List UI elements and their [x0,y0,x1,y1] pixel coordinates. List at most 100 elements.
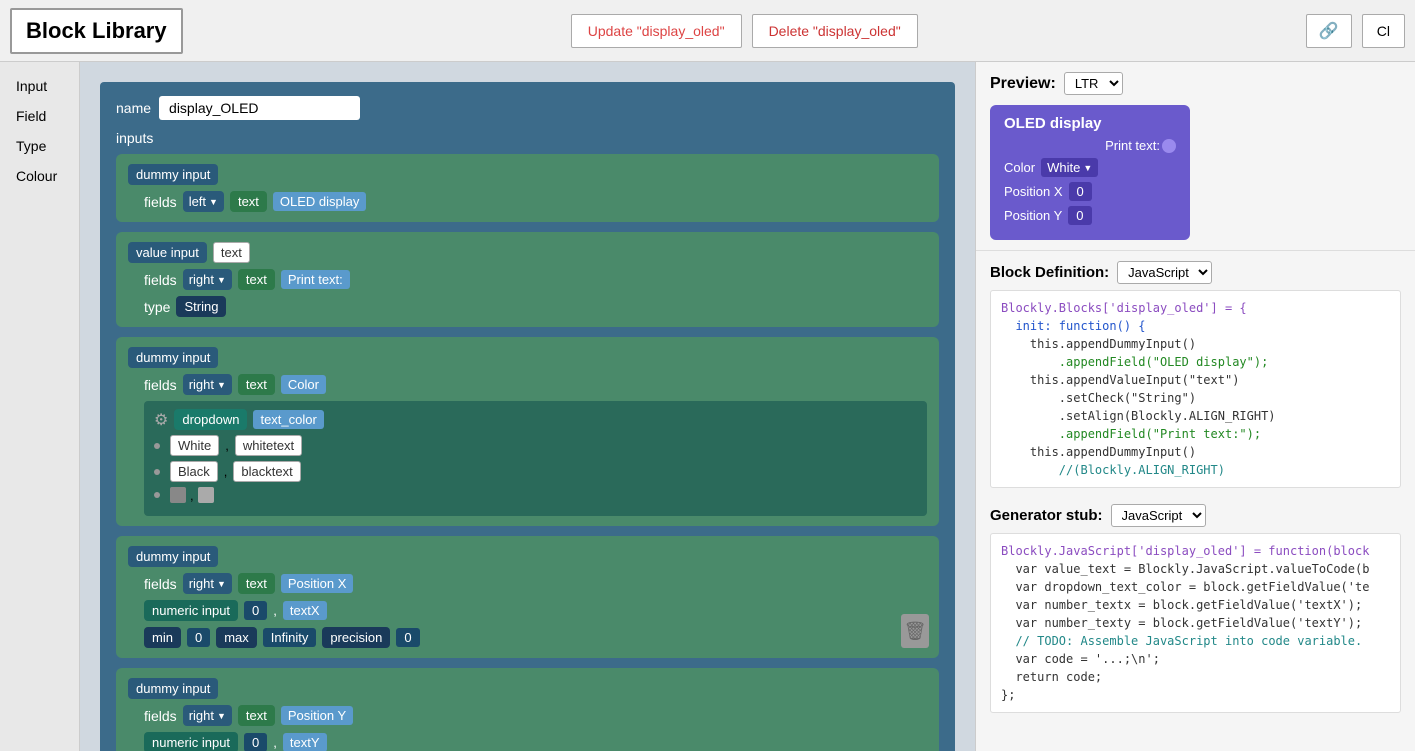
fields-label-2: fields [144,272,177,288]
workspace: name inputs dummy input fields left text… [80,62,975,751]
text-chip-4: text [238,573,275,594]
fields-label-4: fields [144,576,177,592]
numeric-default-y: 0 [244,733,267,751]
swatch-pair: , [170,487,214,503]
text-chip-2: text [238,269,275,290]
option-white: White [170,435,219,456]
oled-color-select[interactable]: White [1041,158,1098,177]
option-black: Black [170,461,218,482]
right-panel: Preview: LTR RTL OLED display Print text… [975,62,1415,751]
name-row: name [116,96,939,120]
generator-code: Blockly.JavaScript['display_oled'] = fun… [990,533,1401,713]
text-value-5: Position Y [281,706,353,725]
oled-print-label: Print text: [1004,138,1160,153]
name-label: name [116,100,151,116]
comma-num-y: , [273,735,277,750]
dropdown-config: ⚙ dropdown text_color White , whitetext [144,401,927,516]
oled-posy-row: Position Y 0 [1004,206,1176,225]
text-value-3: Color [281,375,326,394]
nav-type[interactable]: Type [0,132,79,160]
block-def-lang-select[interactable]: JavaScript Python [1117,261,1212,284]
comma-num: , [273,603,277,618]
oled-color-row: Color White [1004,158,1176,177]
max-label: max [216,627,257,648]
dot-3 [154,492,160,498]
dropdown-label: dropdown [174,409,247,430]
text-chip-1: text [230,191,267,212]
dummy-input-label-3: dummy input [128,546,218,567]
oled-posx-label: Position X [1004,184,1063,199]
delete-group-icon[interactable]: 🗑 [901,614,929,648]
fields-label-1: fields [144,194,177,210]
group-dummy-position-x: dummy input fields right text Position X… [116,536,939,658]
preview-section: Preview: LTR RTL OLED display Print text… [976,62,1415,251]
value-input-name: text [213,242,250,263]
oled-posy-val: 0 [1068,206,1091,225]
block-def-section: Block Definition: JavaScript Python Bloc… [990,261,1401,488]
text-chip-3: text [238,374,275,395]
block-editor: name inputs dummy input fields left text… [100,82,955,751]
text-value-4: Position X [281,574,354,593]
option-whitetext: whitetext [235,435,302,456]
dropdown-name: text_color [253,410,323,429]
clear-button[interactable]: Cl [1362,14,1405,48]
nav-field[interactable]: Field [0,102,79,130]
oled-posy-label: Position Y [1004,208,1062,223]
type-value: String [176,296,226,317]
preview-header: Preview: LTR RTL [990,72,1401,95]
block-def-title: Block Definition: JavaScript Python [990,261,1401,284]
swatch-2[interactable] [198,487,214,503]
main-layout: Input Field Type Colour name inputs dumm… [0,62,1415,751]
dummy-input-label-2: dummy input [128,347,218,368]
precision-val: 0 [396,628,419,647]
fields-align-4[interactable]: right [183,573,232,594]
max-val: Infinity [263,628,317,647]
code-sections: Block Definition: JavaScript Python Bloc… [976,251,1415,751]
fields-align-3[interactable]: right [183,374,232,395]
group-value-input: value input text fields right text Print… [116,232,939,327]
dot-2 [154,469,160,475]
numeric-name: textX [283,601,327,620]
group-dummy-position-y: dummy input fields right text Position Y… [116,668,939,751]
text-chip-5: text [238,705,275,726]
update-button[interactable]: Update "display_oled" [571,14,742,48]
fields-align-2[interactable]: right [183,269,232,290]
dummy-input-label-1: dummy input [128,164,218,185]
swatch-1[interactable] [170,487,186,503]
ltr-select[interactable]: LTR RTL [1064,72,1123,95]
oled-print-row: Print text: [1004,138,1176,153]
numeric-name-y: textY [283,733,327,751]
comma-2: , [224,464,228,479]
dummy-input-label-4: dummy input [128,678,218,699]
nav-input[interactable]: Input [0,72,79,100]
block-library-title: Block Library [10,8,183,54]
text-value-2: Print text: [281,270,350,289]
inputs-label: inputs [116,130,939,146]
fields-label-3: fields [144,377,177,393]
block-def-code: Blockly.Blocks['display_oled'] = { init:… [990,290,1401,488]
text-value-1: OLED display [273,192,366,211]
generator-lang-select[interactable]: JavaScript Python [1111,504,1206,527]
preview-title: Preview: [990,75,1056,93]
option-blacktext: blacktext [233,461,300,482]
numeric-input-label-y: numeric input [144,732,238,751]
name-input[interactable] [159,96,360,120]
delete-button[interactable]: Delete "display_oled" [752,14,918,48]
oled-connector [1162,139,1176,153]
generator-section: Generator stub: JavaScript Python Blockl… [990,504,1401,713]
leftnav: Input Field Type Colour [0,62,80,751]
numeric-default: 0 [244,601,267,620]
precision-label: precision [322,627,390,648]
numeric-input-label: numeric input [144,600,238,621]
group-dummy-1: dummy input fields left text OLED displa… [116,154,939,222]
oled-title: OLED display [1004,115,1176,132]
oled-preview-block: OLED display Print text: Color White Pos… [990,105,1190,240]
fields-align-1[interactable]: left [183,191,224,212]
link-button[interactable]: 🔗 [1306,14,1352,48]
nav-colour[interactable]: Colour [0,162,79,190]
generator-title: Generator stub: JavaScript Python [990,504,1401,527]
fields-align-5[interactable]: right [183,705,232,726]
fields-label-5: fields [144,708,177,724]
gear-icon: ⚙ [154,410,168,430]
type-label: type [144,299,170,315]
